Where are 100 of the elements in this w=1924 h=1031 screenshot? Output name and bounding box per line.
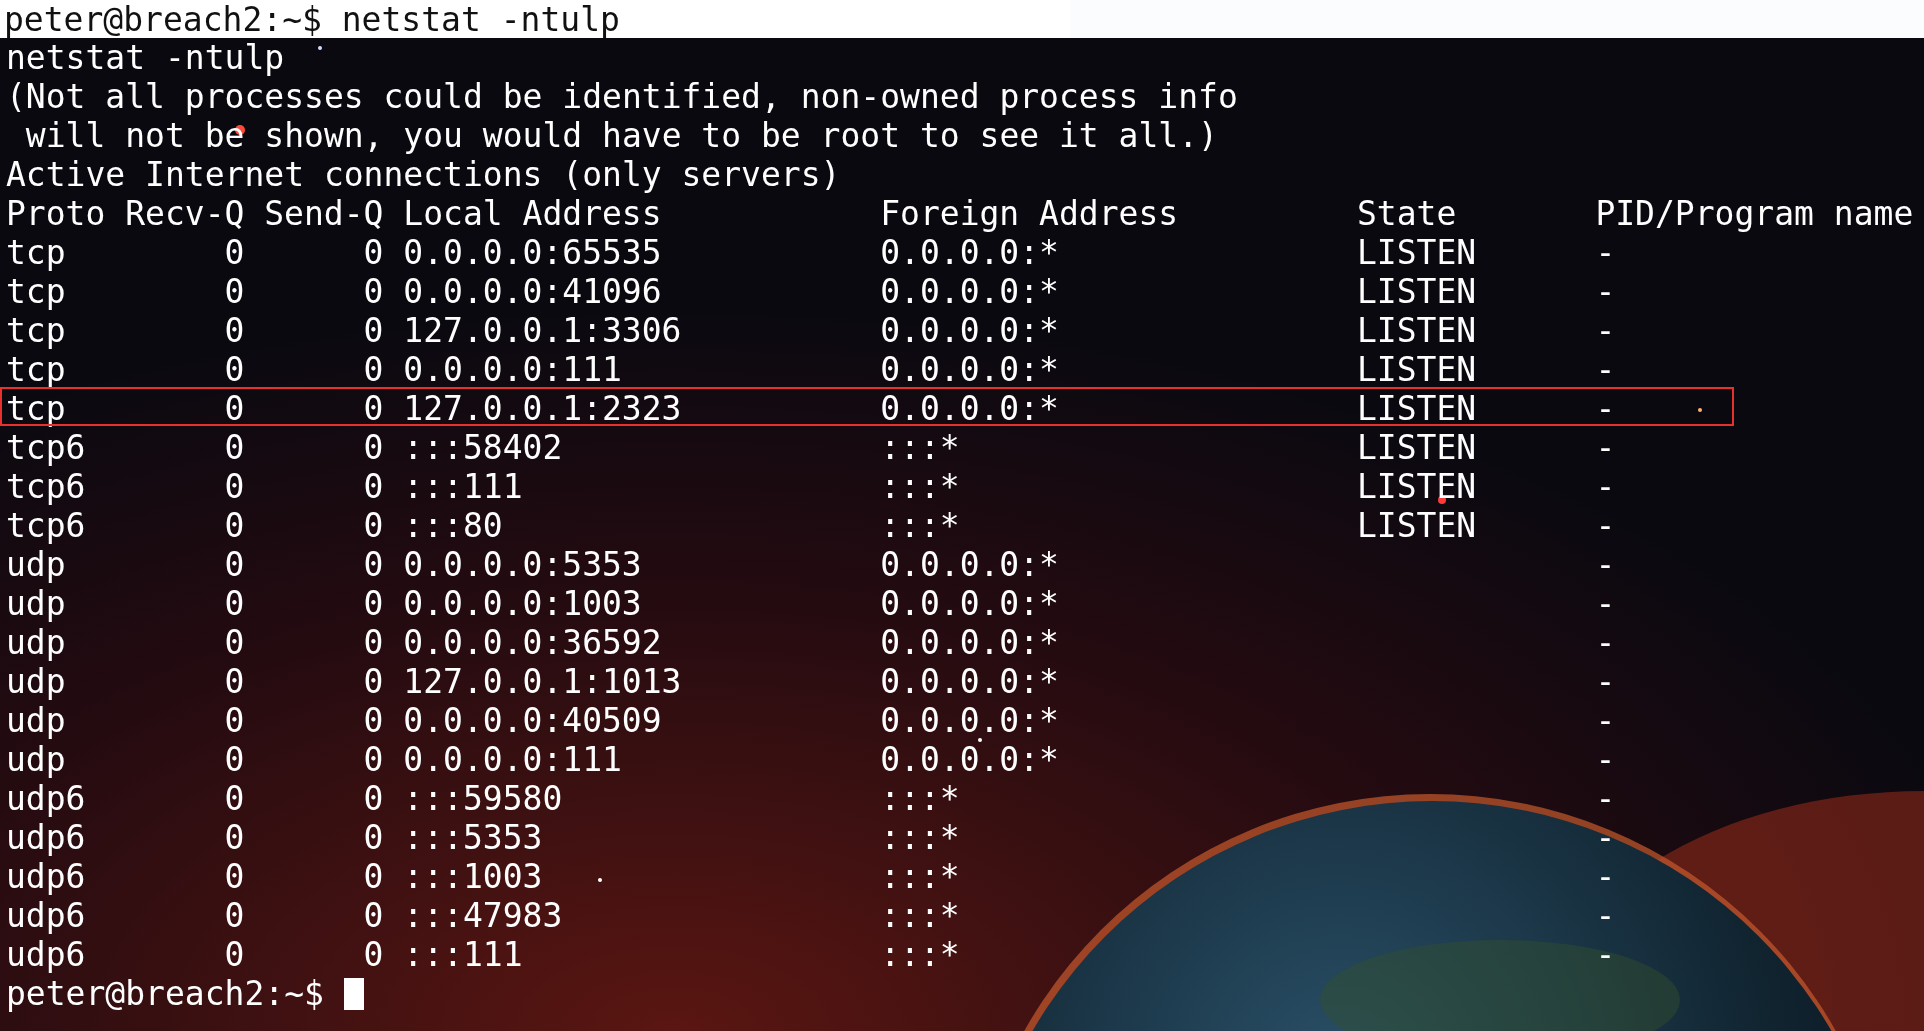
- table-cell-text: udp6: [6, 779, 87, 818]
- prompt-text: peter@breach2:~$: [4, 0, 322, 39]
- table-cell-text: -: [1595, 740, 1617, 779]
- table-cell-text: 0.0.0.0:41096: [402, 272, 663, 311]
- table-cell-text: 0: [362, 662, 384, 701]
- table-cell-text: :::*: [880, 818, 961, 857]
- table-cell-text: 0: [362, 584, 384, 623]
- table-cell-text: -: [1595, 623, 1617, 662]
- table-cell-text: 0: [223, 818, 245, 857]
- table-cell-text: 0.0.0.0:*: [880, 311, 1060, 350]
- table-cell-text: :::111: [402, 935, 524, 974]
- table-cell-text: :::47983: [402, 896, 564, 935]
- table-cell-text: :::*: [880, 506, 961, 545]
- table-cell-text: 0: [362, 818, 384, 857]
- table-cell-text: 0.0.0.0:5353: [402, 545, 643, 584]
- table-cell-text: udp: [6, 584, 67, 623]
- section-heading: Active Internet connections (only servers): [6, 155, 841, 194]
- table-cell-text: 0.0.0.0:*: [880, 662, 1060, 701]
- table-cell-text: 0: [223, 389, 245, 428]
- table-cell-text: 0: [362, 623, 384, 662]
- command-echo: netstat -ntulp: [6, 38, 285, 77]
- table-cell-text: 0: [362, 467, 384, 506]
- table-cell-text: udp6: [6, 818, 87, 857]
- table-cell-text: udp: [6, 701, 67, 740]
- table-cell-text: 0: [223, 545, 245, 584]
- notice-text: will not be shown, you would have to be root to see it all.): [24, 116, 1218, 155]
- table-cell-text: 0: [223, 740, 245, 779]
- column-header: PID/Program name: [1595, 194, 1915, 233]
- table-cell-text: 0: [362, 779, 384, 818]
- table-cell-text: -: [1595, 818, 1617, 857]
- table-cell-text: 0.0.0.0:36592: [402, 623, 663, 662]
- table-cell-text: -: [1595, 506, 1617, 545]
- table-cell-text: :::58402: [402, 428, 564, 467]
- table-cell-text: LISTEN: [1356, 389, 1478, 428]
- table-cell-text: -: [1595, 311, 1617, 350]
- table-cell-text: udp6: [6, 935, 87, 974]
- table-cell-text: 0.0.0.0:*: [880, 350, 1060, 389]
- table-cell-text: -: [1595, 467, 1617, 506]
- table-cell-text: 0.0.0.0:65535: [402, 233, 663, 272]
- table-cell-text: -: [1595, 701, 1617, 740]
- table-cell-text: -: [1595, 935, 1617, 974]
- table-cell-text: -: [1595, 272, 1617, 311]
- table-cell-text: 127.0.0.1:2323: [402, 389, 683, 428]
- table-cell-text: -: [1595, 389, 1617, 428]
- table-cell-text: 0: [362, 896, 384, 935]
- table-cell-text: :::*: [880, 428, 961, 467]
- table-cell-text: :::*: [880, 779, 961, 818]
- table-cell-text: :::*: [880, 467, 961, 506]
- table-cell-text: 0: [223, 428, 245, 467]
- table-cell-text: 0: [223, 701, 245, 740]
- table-cell-text: 0: [362, 545, 384, 584]
- table-cell-text: 0: [362, 272, 384, 311]
- table-cell-text: 0.0.0.0:*: [880, 272, 1060, 311]
- table-cell-text: tcp: [6, 311, 67, 350]
- table-cell-text: 0: [362, 857, 384, 896]
- table-cell-text: tcp: [6, 350, 67, 389]
- table-cell-text: :::80: [402, 506, 504, 545]
- table-cell-text: 0.0.0.0:*: [880, 545, 1060, 584]
- table-cell-text: :::1003: [402, 857, 544, 896]
- command-text: netstat -ntulp: [340, 0, 620, 39]
- notice-text: (Not all processes could be identified, non-owned process info: [6, 77, 1238, 116]
- table-cell-text: LISTEN: [1356, 428, 1478, 467]
- table-cell-text: 0: [223, 233, 245, 272]
- table-cell-text: 0: [223, 350, 245, 389]
- table-cell-text: tcp6: [6, 428, 87, 467]
- table-cell-text: udp: [6, 662, 67, 701]
- table-cell-text: 0: [362, 506, 384, 545]
- table-cell-text: LISTEN: [1356, 272, 1478, 311]
- table-cell-text: tcp: [6, 389, 67, 428]
- table-cell-text: 127.0.0.1:3306: [402, 311, 683, 350]
- table-cell-text: 0: [223, 857, 245, 896]
- table-cell-text: LISTEN: [1356, 311, 1478, 350]
- table-cell-text: udp: [6, 623, 67, 662]
- table-cell-text: 0: [223, 311, 245, 350]
- table-cell-text: tcp6: [6, 467, 87, 506]
- table-cell-text: 0.0.0.0:*: [880, 623, 1060, 662]
- table-cell-text: -: [1595, 233, 1617, 272]
- column-header: State: [1356, 194, 1458, 233]
- table-cell-text: 0.0.0.0:111: [402, 350, 623, 389]
- table-cell-text: tcp6: [6, 506, 87, 545]
- table-cell-text: 0: [362, 740, 384, 779]
- table-cell-text: :::111: [402, 467, 524, 506]
- table-cell-text: LISTEN: [1356, 467, 1478, 506]
- table-cell-text: tcp: [6, 272, 67, 311]
- table-cell-text: 0.0.0.0:*: [880, 389, 1060, 428]
- table-cell-text: udp6: [6, 896, 87, 935]
- table-cell-text: 0: [223, 584, 245, 623]
- table-cell-text: LISTEN: [1356, 350, 1478, 389]
- table-cell-text: 127.0.0.1:1013: [402, 662, 683, 701]
- table-cell-text: :::59580: [402, 779, 564, 818]
- table-cell-text: 0.0.0.0:111: [402, 740, 623, 779]
- table-cell-text: 0: [362, 935, 384, 974]
- table-cell-text: 0.0.0.0:1003: [402, 584, 643, 623]
- table-cell-text: -: [1595, 584, 1617, 623]
- table-cell-text: -: [1595, 896, 1617, 935]
- table-cell-text: 0: [223, 779, 245, 818]
- column-header: Recv-Q: [125, 194, 245, 233]
- table-cell-text: 0.0.0.0:*: [880, 740, 1060, 779]
- table-cell-text: udp: [6, 545, 67, 584]
- table-cell-text: :::*: [880, 935, 961, 974]
